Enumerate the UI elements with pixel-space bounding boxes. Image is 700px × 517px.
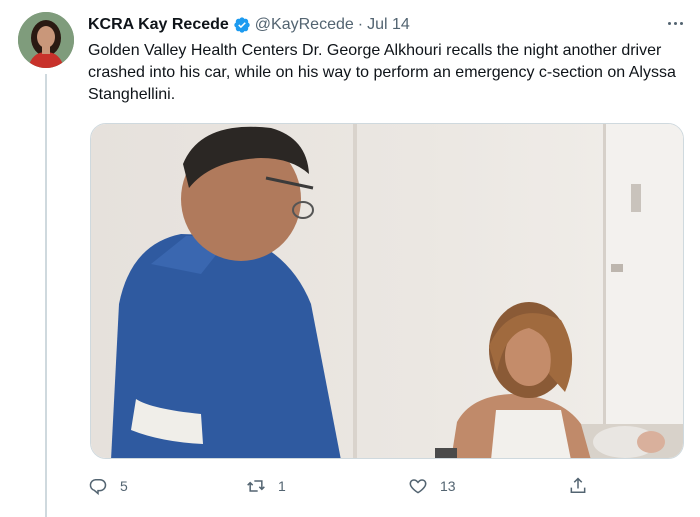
display-name[interactable]: KCRA Kay Recede — [88, 16, 229, 34]
share-button[interactable] — [568, 473, 588, 499]
tweet-actions: 5 1 13 — [88, 473, 608, 499]
tweet-date[interactable]: Jul 14 — [367, 16, 410, 34]
share-icon — [570, 477, 586, 493]
tweet-header: KCRA Kay Recede @KayRecede · Jul 14 — [88, 14, 410, 36]
photo-image — [91, 124, 683, 458]
separator-dot: · — [357, 16, 364, 33]
retweet-count: 1 — [278, 478, 286, 494]
retweet-button[interactable]: 1 — [246, 473, 286, 499]
more-horizontal-icon — [667, 21, 671, 25]
heart-icon — [409, 479, 427, 494]
thread-line — [45, 74, 47, 517]
like-count: 13 — [440, 478, 456, 494]
avatar-image — [18, 12, 74, 68]
tweet[interactable]: KCRA Kay Recede @KayRecede · Jul 14 Gold… — [0, 0, 700, 517]
reply-count: 5 — [120, 478, 128, 494]
tweet-text: Golden Valley Health Centers Dr. George … — [88, 42, 676, 103]
tweet-media-photo[interactable] — [90, 123, 684, 459]
avatar[interactable] — [18, 12, 74, 68]
verified-badge-icon — [234, 17, 250, 33]
user-handle[interactable]: @KayRecede — [255, 16, 354, 34]
reply-icon — [89, 479, 107, 496]
reply-button[interactable]: 5 — [88, 473, 128, 499]
more-options-button[interactable] — [662, 12, 688, 34]
like-button[interactable]: 13 — [408, 473, 456, 499]
retweet-icon — [247, 480, 265, 492]
